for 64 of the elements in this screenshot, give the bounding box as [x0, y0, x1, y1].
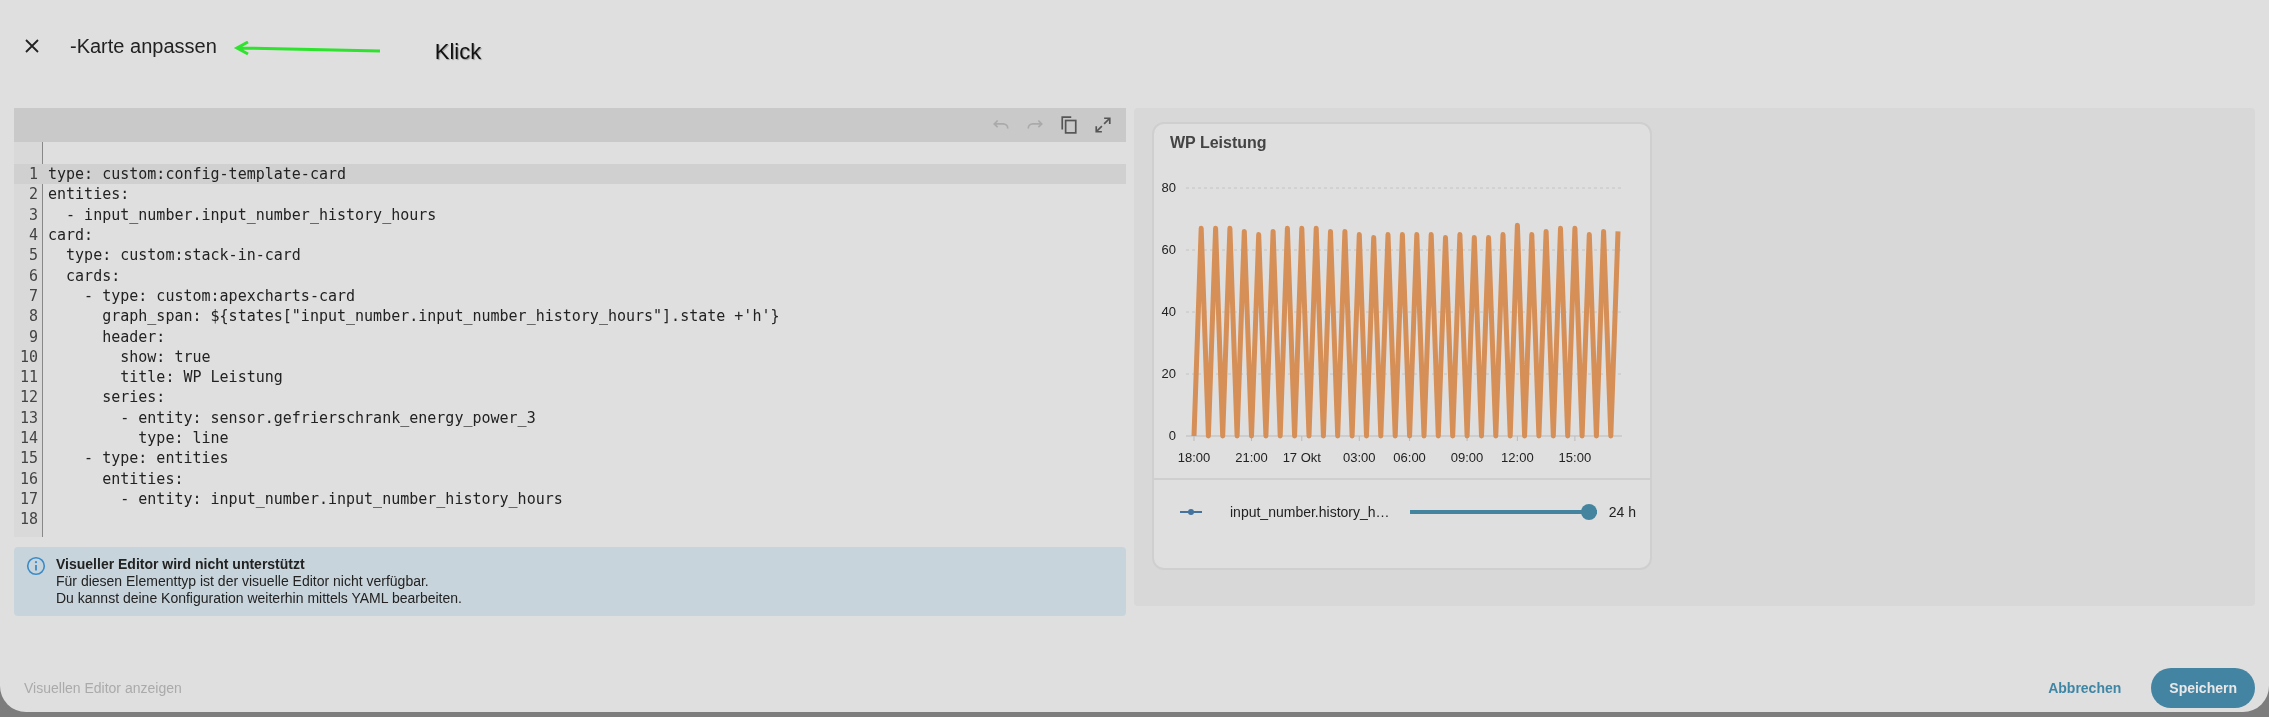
line-number: 18	[18, 510, 39, 529]
notice-text: Für diesen Elementtyp ist der visuelle Editor nicht verfügbar.	[56, 573, 430, 590]
line-number: 7	[27, 286, 39, 305]
save-button[interactable]: Speichern	[2151, 668, 2255, 708]
x-axis-label: 18:00	[1177, 450, 1211, 465]
dialog-title: -Karte anpassen	[70, 34, 217, 58]
line-number: 11	[18, 368, 39, 387]
code-line: entities:	[101, 469, 184, 488]
code-line: - entity: sensor.gefrierschrank_energy_power_3	[119, 408, 536, 427]
y-axis-label: 60	[1161, 242, 1176, 257]
line-number: 12	[18, 388, 39, 407]
x-axis-label: 17 Okt	[1282, 450, 1321, 465]
notice-title: Visueller Editor wird nicht unterstützt	[56, 556, 306, 573]
code-line: title: WP Leistung	[119, 368, 283, 387]
code-line: series:	[101, 388, 166, 407]
code-line: header:	[101, 327, 166, 346]
code-line: cards:	[65, 266, 121, 285]
x-axis-label: 12:00	[1501, 450, 1534, 465]
line-number: 16	[18, 469, 39, 488]
line-number: 2	[27, 185, 39, 204]
x-axis-label: 15:00	[1558, 450, 1592, 465]
code-line: - type: entities	[83, 449, 229, 468]
cancel-button[interactable]: Abbrechen	[2042, 679, 2128, 697]
code-line: type: line	[137, 429, 229, 447]
line-number: 3	[27, 205, 39, 224]
slider-value: 24 h	[1608, 504, 1636, 520]
line-number: 14	[18, 429, 39, 447]
entity-name: input_number.history_h…	[1230, 504, 1391, 520]
line-number: 6	[27, 266, 39, 285]
code-line: - input_number.input_number_history_hours	[65, 205, 437, 224]
line-number: 15	[18, 449, 39, 468]
notice-text: Du kannst deine Konfiguration weiterhin mittels YAML bearbeiten.	[56, 590, 462, 607]
card-title: WP Leistung	[1169, 133, 1268, 152]
close-icon[interactable]	[24, 38, 40, 54]
y-axis-label: 80	[1161, 180, 1176, 195]
code-line: show: true	[119, 347, 211, 366]
y-axis-label: 0	[1168, 428, 1176, 443]
y-axis-label: 20	[1161, 366, 1176, 381]
line-number: 9	[27, 327, 39, 346]
slider-icon	[1180, 508, 1202, 516]
line-number: 10	[18, 347, 39, 366]
code-line: card:	[48, 226, 94, 245]
info-icon	[26, 556, 46, 576]
code-line: entities:	[48, 185, 130, 204]
y-axis-label: 40	[1161, 304, 1176, 319]
expand-icon[interactable]	[1094, 116, 1112, 134]
code-line: - entity: input_number.input_number_history_hours	[119, 489, 563, 508]
line-number: 17	[18, 489, 39, 508]
line-number: 1	[27, 165, 39, 184]
code-editor[interactable]	[14, 108, 1126, 537]
x-axis-label: 03:00	[1343, 450, 1376, 465]
line-number: 8	[27, 307, 39, 326]
code-line: graph_span: ${states["input_number.input_number_history_hours"].state +'h'}	[101, 307, 780, 326]
code-line: type: custom:config-template-card	[48, 165, 346, 184]
x-axis-label: 21:00	[1235, 450, 1268, 465]
x-axis-label: 09:00	[1450, 450, 1484, 465]
code-line: type: custom:stack-in-card	[65, 246, 301, 265]
copy-icon[interactable]	[1060, 116, 1078, 134]
line-number: 5	[27, 246, 39, 265]
annotation-label: Klick	[434, 39, 482, 65]
code-line: - type: custom:apexcharts-card	[83, 286, 356, 305]
x-axis-label: 06:00	[1393, 450, 1426, 465]
line-number: 4	[27, 226, 39, 245]
line-number: 13	[18, 408, 39, 427]
